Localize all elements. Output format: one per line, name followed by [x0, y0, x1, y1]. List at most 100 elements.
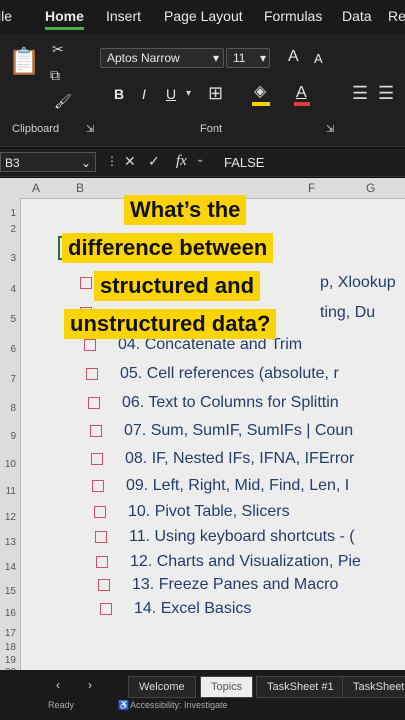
- sheet-tab-tasksheet[interactable]: TaskSheet: [342, 676, 405, 698]
- align-left-icon[interactable]: ☰: [352, 84, 368, 102]
- scroll-right-icon[interactable]: ›: [88, 679, 92, 691]
- row-header[interactable]: 9: [0, 431, 16, 442]
- tab-page-layout[interactable]: Page Layout: [164, 8, 243, 24]
- row-header[interactable]: 7: [0, 374, 16, 385]
- cancel-icon[interactable]: ✕: [124, 154, 136, 168]
- chevron-down-icon: ▾: [212, 51, 219, 65]
- sheet-tab-tasksheet-1[interactable]: TaskSheet #1: [256, 676, 345, 698]
- checkbox[interactable]: [100, 602, 112, 615]
- row-header[interactable]: 4: [0, 284, 16, 295]
- list-item[interactable]: 10. Pivot Table, Slicers: [94, 503, 290, 521]
- insert-function-button[interactable]: fx: [176, 153, 187, 170]
- tab-formulas[interactable]: Formulas: [264, 8, 322, 24]
- checkbox[interactable]: [84, 338, 96, 351]
- list-item[interactable]: 06. Text to Columns for Splittin: [88, 394, 339, 412]
- paste-icon[interactable]: 📋: [8, 48, 40, 74]
- chevron-down-icon[interactable]: ▾: [186, 89, 191, 99]
- chevron-down-icon: ▾: [259, 51, 266, 65]
- column-header-b[interactable]: B: [76, 181, 84, 195]
- bold-button[interactable]: B: [114, 86, 124, 102]
- tab-review[interactable]: Re: [388, 8, 405, 24]
- align-center-icon[interactable]: ☰: [378, 84, 394, 102]
- sheet-tab-welcome[interactable]: Welcome: [128, 676, 196, 698]
- accessibility-icon: ♿: [118, 700, 130, 710]
- font-launcher-icon[interactable]: ⇲: [326, 125, 334, 135]
- row-header[interactable]: 16: [0, 608, 16, 619]
- list-item-text: 10. Pivot Table, Slicers: [128, 503, 290, 520]
- font-group-label: Font: [200, 123, 223, 135]
- tab-insert[interactable]: Insert: [106, 8, 141, 24]
- list-item-text: 06. Text to Columns for Splittin: [122, 394, 339, 411]
- fill-color-icon[interactable]: ◈: [254, 84, 266, 100]
- row-header[interactable]: 3: [0, 253, 16, 264]
- row-header[interactable]: 10: [0, 459, 16, 470]
- font-name-value: Aptos Narrow: [107, 51, 180, 65]
- list-item[interactable]: 14. Excel Basics: [100, 600, 251, 618]
- checkbox[interactable]: [92, 479, 104, 492]
- caption-line: What’s the: [124, 195, 247, 225]
- row-header[interactable]: 8: [0, 403, 16, 414]
- checkbox[interactable]: [80, 276, 92, 289]
- list-item[interactable]: 12. Charts and Visualization, Pie: [96, 553, 361, 571]
- list-item[interactable]: 07. Sum, SumIF, SumIFs | Coun: [90, 422, 353, 440]
- list-item[interactable]: 09. Left, Right, Mid, Find, Len, I: [92, 477, 349, 495]
- font-color-icon[interactable]: A: [296, 84, 307, 102]
- cut-icon[interactable]: ✂: [52, 42, 64, 56]
- row-header[interactable]: 18: [0, 642, 16, 653]
- column-header-g[interactable]: G: [366, 181, 375, 195]
- checkbox[interactable]: [94, 505, 106, 518]
- chevron-down-icon[interactable]: ⌄: [196, 155, 204, 165]
- name-box[interactable]: B3 ⌄: [0, 152, 96, 172]
- more-options-icon[interactable]: ⋮: [106, 155, 118, 167]
- list-item[interactable]: 11. Using keyboard shortcuts - (: [95, 528, 355, 546]
- row-header[interactable]: 17: [0, 628, 16, 639]
- sheet-tab-topics[interactable]: Topics: [200, 676, 254, 698]
- checkbox[interactable]: [98, 578, 110, 591]
- list-item[interactable]: 13. Freeze Panes and Macro: [98, 576, 338, 594]
- clipboard-launcher-icon[interactable]: ⇲: [86, 125, 94, 135]
- font-name-select[interactable]: Aptos Narrow ▾: [100, 48, 224, 68]
- checkbox[interactable]: [86, 367, 98, 380]
- underline-button[interactable]: U: [166, 86, 176, 102]
- caption-line: difference between: [62, 233, 274, 263]
- font-size-select[interactable]: 11 ▾: [226, 48, 270, 68]
- list-item[interactable]: 08. IF, Nested IFs, IFNA, IFError: [91, 450, 354, 468]
- format-painter-icon[interactable]: 🖌: [54, 94, 72, 108]
- checkbox[interactable]: [96, 555, 108, 568]
- font-color-swatch: [294, 102, 310, 106]
- row-header[interactable]: 6: [0, 344, 16, 355]
- italic-button[interactable]: I: [142, 86, 146, 102]
- checkbox[interactable]: [90, 424, 102, 437]
- list-item[interactable]: 05. Cell references (absolute, r: [86, 365, 339, 383]
- copy-icon[interactable]: ⧉: [50, 68, 60, 82]
- checkbox[interactable]: [95, 530, 107, 543]
- list-item-text: 12. Charts and Visualization, Pie: [130, 553, 361, 570]
- list-item-text: 07. Sum, SumIF, SumIFs | Coun: [124, 422, 354, 439]
- chevron-down-icon: ⌄: [80, 156, 91, 170]
- status-accessibility[interactable]: Accessibility: Investigate: [130, 700, 228, 710]
- column-header-a[interactable]: A: [32, 181, 40, 195]
- scroll-left-icon[interactable]: ‹: [56, 679, 60, 691]
- formula-input[interactable]: FALSE: [224, 155, 264, 170]
- highlight-color-swatch: [252, 102, 270, 106]
- row-header[interactable]: 19: [0, 655, 16, 666]
- enter-icon[interactable]: ✓: [148, 154, 160, 168]
- row-header[interactable]: 12: [0, 512, 16, 523]
- row-header[interactable]: 11: [0, 486, 16, 497]
- checkbox[interactable]: [88, 396, 100, 409]
- tab-file[interactable]: ile: [0, 8, 12, 24]
- tab-home[interactable]: Home: [45, 8, 84, 30]
- row-header[interactable]: 13: [0, 537, 16, 548]
- checkbox[interactable]: [91, 452, 103, 465]
- shrink-font-button[interactable]: A: [314, 51, 323, 66]
- tab-data[interactable]: Data: [342, 8, 372, 24]
- row-header[interactable]: 5: [0, 314, 16, 325]
- list-item-text: 09. Left, Right, Mid, Find, Len, I: [126, 477, 350, 494]
- row-header[interactable]: 2: [0, 224, 16, 235]
- row-header[interactable]: 14: [0, 562, 16, 573]
- row-header[interactable]: 15: [0, 586, 16, 597]
- column-header-f[interactable]: F: [308, 181, 315, 195]
- borders-icon[interactable]: ⊞: [208, 84, 223, 102]
- grow-font-button[interactable]: A: [288, 48, 299, 66]
- row-header[interactable]: 1: [0, 208, 16, 219]
